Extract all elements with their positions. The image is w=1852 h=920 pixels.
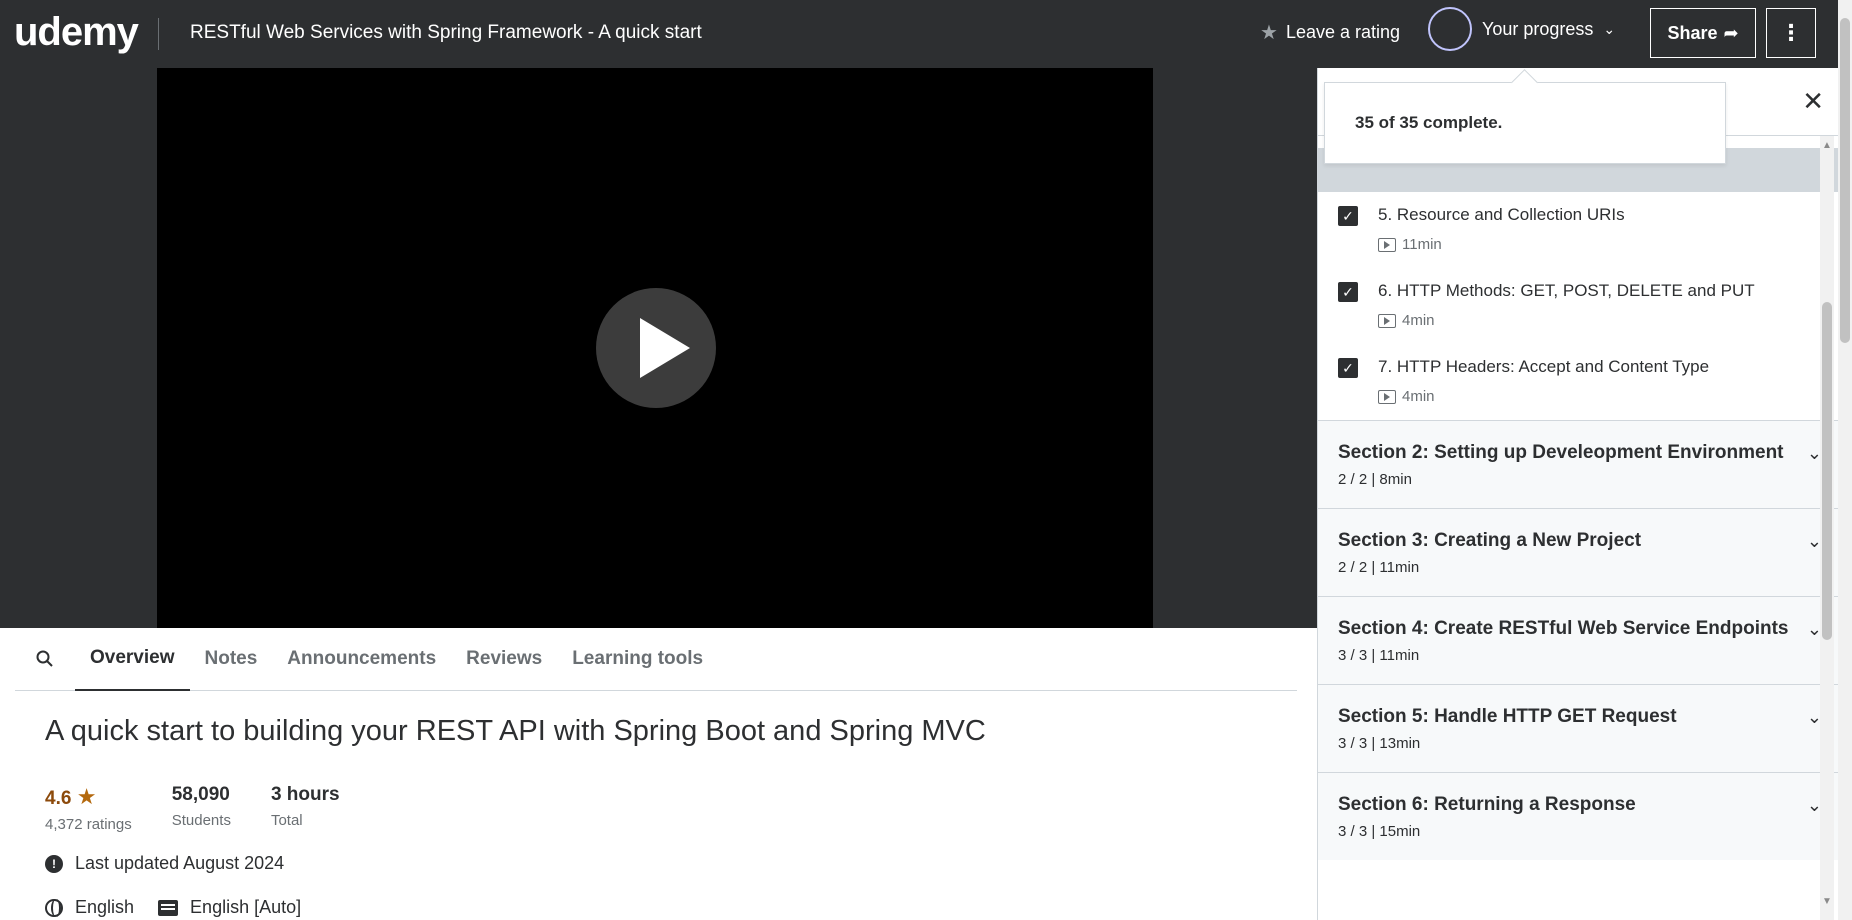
captions-icon bbox=[158, 899, 179, 916]
rating-stat: 4.6 ★ 4,372 ratings bbox=[45, 784, 132, 833]
star-icon: ★ bbox=[76, 784, 97, 809]
chevron-down-icon: ⌄ bbox=[1603, 20, 1616, 37]
completed-checkbox[interactable]: ✓ bbox=[1338, 358, 1358, 378]
list-item[interactable]: ✓ 6. HTTP Methods: GET, POST, DELETE and… bbox=[1318, 268, 1852, 344]
captions-text: English [Auto] bbox=[190, 897, 302, 917]
course-headline: A quick start to building your REST API … bbox=[45, 715, 986, 747]
search-icon[interactable] bbox=[15, 628, 75, 691]
play-icon[interactable] bbox=[596, 288, 716, 408]
tab-reviews[interactable]: Reviews bbox=[451, 628, 557, 691]
video-area bbox=[0, 68, 1317, 628]
your-progress-button[interactable]: Your progress ⌄ bbox=[1428, 7, 1615, 51]
students-value: 58,090 bbox=[171, 784, 230, 805]
lecture-duration: 4min bbox=[1402, 388, 1435, 405]
lecture-duration: 4min bbox=[1402, 312, 1435, 329]
lecture-duration: 11min bbox=[1402, 236, 1442, 253]
section-meta: 3 / 3 | 15min bbox=[1338, 823, 1421, 840]
section-4[interactable]: Section 4: Create RESTful Web Service En… bbox=[1318, 596, 1852, 684]
duration-value: 3 hours bbox=[270, 784, 340, 805]
video-icon bbox=[1378, 237, 1396, 252]
section-title: Section 5: Handle HTTP GET Request bbox=[1338, 706, 1677, 727]
course-stats: 4.6 ★ 4,372 ratings 58,090 Students 3 ho… bbox=[45, 784, 340, 833]
students-label: Students bbox=[171, 812, 231, 829]
section-meta: 2 / 2 | 8min bbox=[1338, 471, 1412, 488]
share-arrow-icon: ➦ bbox=[1723, 22, 1739, 43]
language-text: English bbox=[75, 897, 135, 917]
section-title: Section 6: Returning a Response bbox=[1338, 794, 1636, 815]
lecture-meta: 11min bbox=[1378, 236, 1832, 253]
lecture-title: 7. HTTP Headers: Accept and Content Type bbox=[1378, 357, 1710, 376]
top-header: udemy RESTful Web Services with Spring F… bbox=[0, 0, 1852, 68]
lecture-meta: 4min bbox=[1378, 388, 1832, 405]
progress-tooltip: 35 of 35 complete. bbox=[1324, 82, 1726, 164]
logo-text: udemy bbox=[14, 10, 139, 54]
section-meta: 3 / 3 | 13min bbox=[1338, 735, 1421, 752]
section-title: Section 2: Setting up Develeopment Envir… bbox=[1338, 442, 1784, 463]
udemy-logo[interactable]: udemy bbox=[14, 10, 139, 55]
section-title: Section 3: Creating a New Project bbox=[1338, 530, 1642, 551]
section-3[interactable]: Section 3: Creating a New Project 2 / 2 … bbox=[1318, 508, 1852, 596]
duration-stat: 3 hours Total bbox=[271, 784, 340, 833]
progress-ring-icon bbox=[1428, 7, 1472, 51]
lecture-title: 6. HTTP Methods: GET, POST, DELETE and P… bbox=[1378, 281, 1755, 300]
section-meta: 3 / 3 | 11min bbox=[1338, 647, 1420, 664]
tab-learning-tools[interactable]: Learning tools bbox=[557, 628, 718, 691]
page-scrollbar[interactable] bbox=[1838, 0, 1852, 920]
sidebar-scrollbar[interactable]: ▲ ▼ bbox=[1820, 136, 1834, 920]
more-options-button[interactable]: ⋮ bbox=[1766, 8, 1816, 58]
alert-icon: ! bbox=[45, 854, 63, 873]
progress-tooltip-text: 35 of 35 complete. bbox=[1355, 113, 1503, 132]
section-title: Section 4: Create RESTful Web Service En… bbox=[1338, 618, 1789, 639]
section-2[interactable]: Section 2: Setting up Develeopment Envir… bbox=[1318, 420, 1852, 508]
tab-announcements[interactable]: Announcements bbox=[272, 628, 451, 691]
leave-rating-button[interactable]: ★ Leave a rating bbox=[1260, 20, 1400, 45]
close-icon[interactable]: ✕ bbox=[1802, 86, 1824, 117]
lecture-title: 5. Resource and Collection URIs bbox=[1378, 205, 1625, 224]
list-item[interactable]: ✓ 5. Resource and Collection URIs 11min bbox=[1318, 192, 1852, 268]
video-icon bbox=[1378, 389, 1396, 404]
lecture-meta: 4min bbox=[1378, 312, 1832, 329]
rating-value: 4.6 bbox=[45, 788, 72, 809]
sidebar-scroll-thumb[interactable] bbox=[1822, 302, 1832, 640]
completed-checkbox[interactable]: ✓ bbox=[1338, 282, 1358, 302]
last-updated-row: ! Last updated August 2024 bbox=[45, 853, 284, 874]
section-5[interactable]: Section 5: Handle HTTP GET Request 3 / 3… bbox=[1318, 684, 1852, 772]
course-tabs: Overview Notes Announcements Reviews Lea… bbox=[15, 628, 1297, 691]
tab-notes[interactable]: Notes bbox=[190, 628, 273, 691]
section-6[interactable]: Section 6: Returning a Response 3 / 3 | … bbox=[1318, 772, 1852, 860]
share-button[interactable]: Share ➦ bbox=[1650, 8, 1756, 58]
leave-rating-label: Leave a rating bbox=[1285, 22, 1401, 42]
vertical-dots-icon: ⋮ bbox=[1780, 20, 1802, 45]
list-item[interactable]: ✓ 7. HTTP Headers: Accept and Content Ty… bbox=[1318, 344, 1852, 420]
tab-overview[interactable]: Overview bbox=[75, 628, 190, 691]
completed-checkbox[interactable]: ✓ bbox=[1338, 206, 1358, 226]
globe-icon bbox=[45, 898, 63, 917]
share-label: Share bbox=[1667, 22, 1718, 43]
video-icon bbox=[1378, 313, 1396, 328]
header-divider bbox=[158, 18, 159, 50]
students-stat: 58,090 Students bbox=[172, 784, 231, 833]
duration-label: Total bbox=[270, 812, 303, 829]
your-progress-label: Your progress bbox=[1482, 18, 1594, 39]
section-meta: 2 / 2 | 11min bbox=[1338, 559, 1420, 576]
last-updated-text: Last updated August 2024 bbox=[75, 853, 285, 873]
course-content-sidebar: ✕ 11min ✓ 5. Resource and Collection URI… bbox=[1317, 68, 1852, 920]
language-row: English English [Auto] bbox=[45, 897, 301, 918]
page-scroll-thumb[interactable] bbox=[1840, 18, 1850, 343]
rating-count[interactable]: 4,372 ratings bbox=[45, 816, 132, 833]
video-player[interactable] bbox=[157, 68, 1153, 628]
star-icon: ★ bbox=[1260, 22, 1278, 44]
scroll-down-arrow-icon[interactable]: ▼ bbox=[1820, 896, 1834, 907]
course-title[interactable]: RESTful Web Services with Spring Framewo… bbox=[190, 22, 702, 44]
scroll-up-arrow-icon[interactable]: ▲ bbox=[1820, 140, 1834, 151]
